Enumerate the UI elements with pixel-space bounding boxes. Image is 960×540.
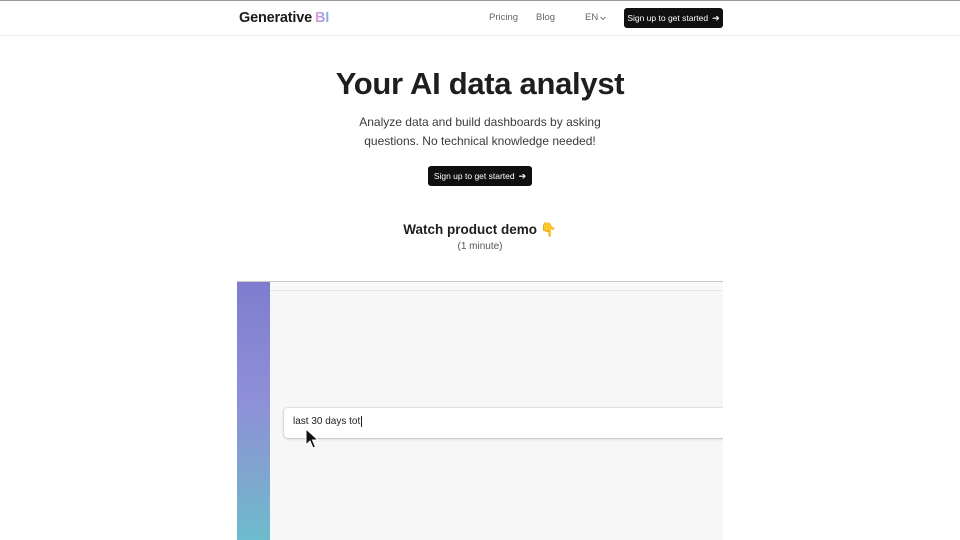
hero-subtitle: Analyze data and build dashboards by ask…	[359, 115, 601, 148]
hero-signup-button[interactable]: Sign up to get started ➔	[428, 166, 532, 186]
arrow-right-icon: ➔	[518, 170, 527, 181]
demo-title: Watch product demo 👇	[0, 222, 960, 238]
video-app-topbar	[270, 282, 723, 291]
logo[interactable]: Generative BI	[239, 10, 329, 26]
logo-text: Generative	[239, 10, 312, 26]
video-app-sidebar	[237, 282, 270, 540]
demo-duration: (1 minute)	[457, 241, 503, 252]
logo-accent: BI	[314, 10, 330, 26]
video-query-text: last 30 days tot	[293, 416, 361, 427]
hero-title: Your AI data analyst	[335, 66, 625, 101]
header-signup-label: Sign up to get started	[627, 13, 709, 23]
demo-video[interactable]: last 30 days tot	[237, 281, 723, 540]
video-query-input: last 30 days tot	[284, 408, 723, 438]
text-caret	[361, 416, 363, 427]
header-signup-button[interactable]: Sign up to get started ➔	[624, 8, 723, 28]
mouse-pointer-icon	[305, 428, 319, 449]
language-label: EN	[585, 12, 599, 23]
arrow-right-icon: ➔	[712, 12, 720, 23]
nav-blog-link[interactable]: Blog	[536, 12, 555, 23]
video-query-text-wrap: last 30 days tot	[293, 416, 363, 427]
demo-title-text: Watch product demo	[403, 222, 537, 237]
pointing-down-icon: 👇	[539, 222, 557, 237]
site-header: Generative BI Pricing Blog EN Sign up to …	[0, 1, 960, 36]
hero-signup-label: Sign up to get started	[433, 171, 515, 181]
language-selector[interactable]: EN	[585, 12, 607, 23]
chevron-down-icon	[600, 16, 607, 20]
nav-pricing-link[interactable]: Pricing	[489, 12, 518, 23]
